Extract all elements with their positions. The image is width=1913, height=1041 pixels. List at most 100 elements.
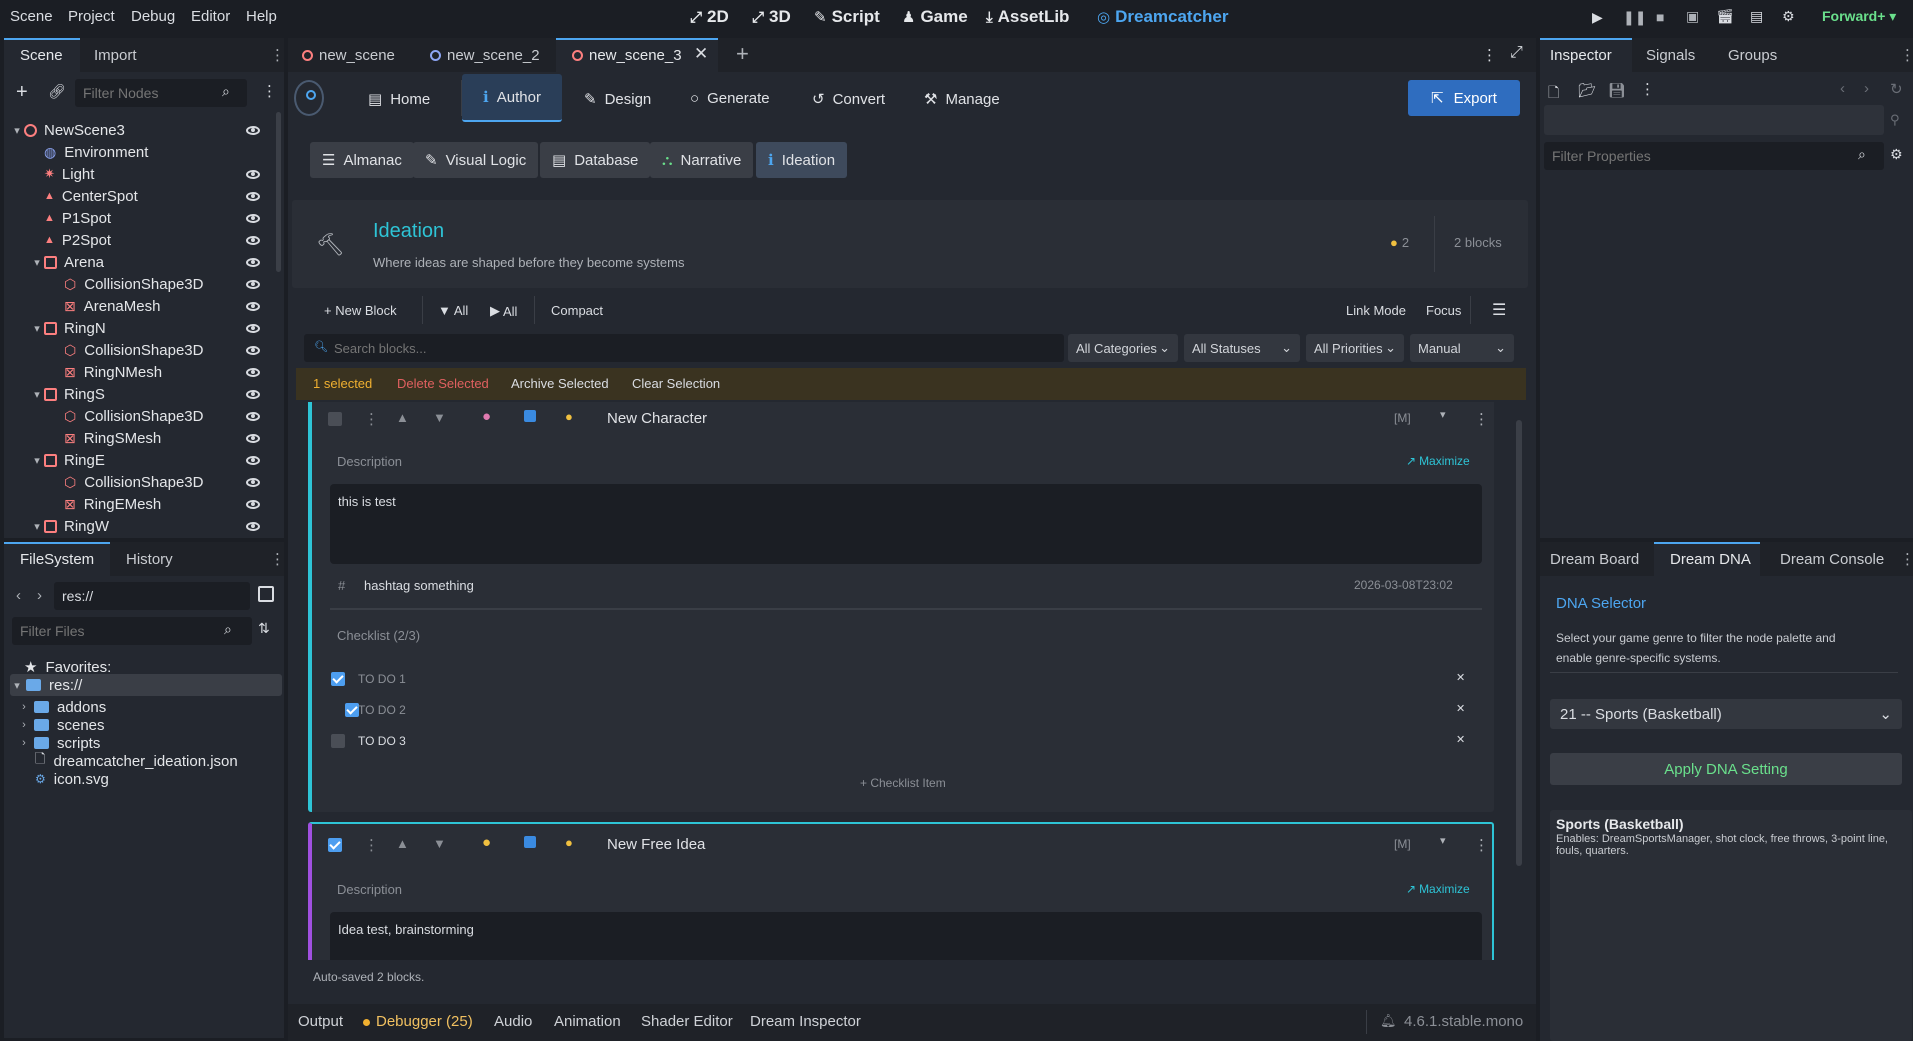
visibility-eye-icon[interactable]	[246, 323, 260, 333]
drag-handle-icon[interactable]: ⋮	[364, 836, 379, 854]
play-icon[interactable]: ▶	[1592, 9, 1603, 26]
description-textarea[interactable]	[330, 912, 1482, 960]
tree-node[interactable]: ⊠ RingNMesh	[4, 361, 276, 383]
chevron-down-icon[interactable]: ▾	[30, 520, 44, 533]
distraction-free-icon[interactable]: ⤢	[1510, 44, 1523, 62]
archive-selected-button[interactable]: Archive Selected	[511, 376, 609, 391]
tab-signals[interactable]: Signals	[1646, 47, 1695, 64]
close-tab-icon[interactable]: ✕	[694, 44, 708, 64]
tab-history[interactable]: History	[126, 551, 173, 568]
compact-button[interactable]: Compact	[551, 303, 603, 318]
workspace-3d[interactable]: ⤢ 3D	[752, 7, 791, 27]
subnav-almanac[interactable]: ☰ Almanac	[310, 142, 414, 178]
apply-dna-button[interactable]: Apply DNA Setting	[1550, 753, 1902, 785]
tree-node[interactable]: ▲ CenterSpot	[4, 185, 276, 207]
subnav-narrative[interactable]: ⛬ Narrative	[650, 142, 754, 178]
menu-editor[interactable]: Editor	[191, 8, 230, 25]
workspace-dreamcatcher[interactable]: ◎ Dreamcatcher	[1097, 7, 1229, 27]
history-icon[interactable]: ↻	[1890, 80, 1903, 98]
visibility-eye-icon[interactable]	[246, 477, 260, 487]
menu-scene[interactable]: Scene	[10, 8, 53, 25]
tree-node[interactable]: ▾ RingW	[4, 515, 276, 537]
bulb-icon[interactable]: ●	[482, 834, 491, 851]
chevron-right-icon[interactable]: ›	[17, 701, 31, 713]
tree-node[interactable]: ⬡ CollisionShape3D	[4, 405, 276, 427]
bulb-icon[interactable]: ●	[565, 409, 573, 424]
checklist-checkbox[interactable]	[331, 734, 345, 748]
remove-item-icon[interactable]: ✕	[1456, 702, 1465, 715]
tree-node[interactable]: ▲ P2Spot	[4, 229, 276, 251]
forward-icon[interactable]: ›	[1864, 80, 1869, 97]
checklist-item-text[interactable]: TO DO 1	[358, 672, 406, 686]
new-block-button[interactable]: + New Block	[324, 303, 397, 318]
visibility-eye-icon[interactable]	[246, 213, 260, 223]
subnav-ideation[interactable]: ℹ Ideation	[756, 142, 848, 178]
dock-menu-icon[interactable]: ⋮	[270, 46, 285, 64]
tabs-menu-icon[interactable]: ⋮	[1482, 46, 1497, 64]
maximize-button[interactable]: ↗ Maximize	[1406, 454, 1470, 468]
remove-item-icon[interactable]: ✕	[1456, 671, 1465, 684]
tree-node[interactable]: ▾ RingN	[4, 317, 276, 339]
tab-dream-board[interactable]: Dream Board	[1550, 551, 1639, 568]
expand-all-button[interactable]: ▶ All	[490, 303, 517, 319]
fs-menu-icon[interactable]: ⋮	[270, 550, 285, 568]
back-icon[interactable]: ‹	[16, 587, 21, 604]
hashtag-input[interactable]: hashtag something	[364, 578, 474, 593]
block-select-checkbox[interactable]	[328, 412, 342, 426]
tree-node[interactable]: ⬡ CollisionShape3D	[4, 471, 276, 493]
checklist-checkbox[interactable]	[345, 703, 359, 717]
object-tools-icon[interactable]: ⚲	[1890, 112, 1900, 128]
subnav-database[interactable]: ▤ Database	[540, 142, 651, 178]
pause-icon[interactable]: ❚❚	[1623, 9, 1646, 26]
description-textarea[interactable]	[330, 484, 1482, 564]
block-title[interactable]: New Character	[607, 410, 707, 427]
priority-icon[interactable]	[524, 410, 536, 422]
chevron-right-icon[interactable]: ›	[17, 737, 31, 749]
tree-node[interactable]: ▾ RingS	[4, 383, 276, 405]
tab-groups[interactable]: Groups	[1728, 47, 1777, 64]
add-tab-icon[interactable]: +	[736, 41, 749, 67]
tab-dream-inspector[interactable]: Dream Inspector	[750, 1013, 861, 1030]
object-path-field[interactable]	[1544, 105, 1884, 135]
visibility-eye-icon[interactable]	[246, 433, 260, 443]
checklist-item-text[interactable]: TO DO 3	[358, 734, 406, 748]
maximize-button[interactable]: ↗ Maximize	[1406, 882, 1470, 896]
visibility-eye-icon[interactable]	[246, 235, 260, 245]
tree-node[interactable]: ⊠ ArenaMesh	[4, 295, 276, 317]
chevron-down-icon[interactable]: ▾	[30, 454, 44, 467]
inspector-menu-icon[interactable]: ⋮	[1640, 80, 1655, 98]
brain-icon[interactable]: ●	[482, 408, 491, 425]
block-menu-icon[interactable]: ⋮	[1474, 836, 1489, 854]
visibility-eye-icon[interactable]	[246, 279, 260, 289]
visibility-eye-icon[interactable]	[246, 125, 260, 135]
tab-audio[interactable]: Audio	[494, 1013, 532, 1030]
filter-files-input[interactable]	[12, 617, 252, 645]
tree-node[interactable]: ▲ P1Spot	[4, 207, 276, 229]
tree-node[interactable]: ⊠ RingEMesh	[4, 493, 276, 515]
tree-node[interactable]: ⬡ CollisionShape3D	[4, 339, 276, 361]
workspace-assetlib[interactable]: ⤓ AssetLib	[986, 7, 1069, 27]
tab-output[interactable]: Output	[298, 1013, 343, 1030]
menu-project[interactable]: Project	[68, 8, 115, 25]
tree-node[interactable]: ▾ Arena	[4, 251, 276, 273]
tab-dream-console[interactable]: Dream Console	[1780, 551, 1884, 568]
nav-home[interactable]: ▤ Home	[368, 90, 430, 109]
path-field[interactable]: res://	[54, 582, 250, 610]
movie-icon[interactable]: 🎬︎	[1716, 8, 1734, 25]
scene-tree-scrollbar[interactable]	[276, 112, 281, 272]
block-list-scrollbar[interactable]	[1516, 420, 1522, 866]
block-menu-icon[interactable]: ⋮	[1474, 410, 1489, 428]
focus-button[interactable]: Focus	[1426, 303, 1461, 318]
renderer-select[interactable]: Forward+ ▾	[1822, 8, 1896, 25]
visibility-eye-icon[interactable]	[246, 345, 260, 355]
genre-select[interactable]: 21 -- Sports (Basketball) ⌄	[1550, 699, 1902, 729]
nav-convert[interactable]: ↺ Convert	[812, 90, 885, 109]
delete-selected-button[interactable]: Delete Selected	[397, 376, 489, 391]
block-select-checkbox[interactable]	[328, 838, 342, 852]
hamburger-icon[interactable]: ☰	[1492, 300, 1506, 320]
scene-tab-1[interactable]: new_scene	[302, 47, 395, 64]
chevron-down-icon[interactable]: ▾	[10, 124, 24, 137]
tree-node[interactable]: ▾ RingE	[4, 449, 276, 471]
bell-icon[interactable]: 🔔︎	[1380, 1013, 1397, 1029]
collapse-icon[interactable]: ▾	[1440, 834, 1446, 847]
